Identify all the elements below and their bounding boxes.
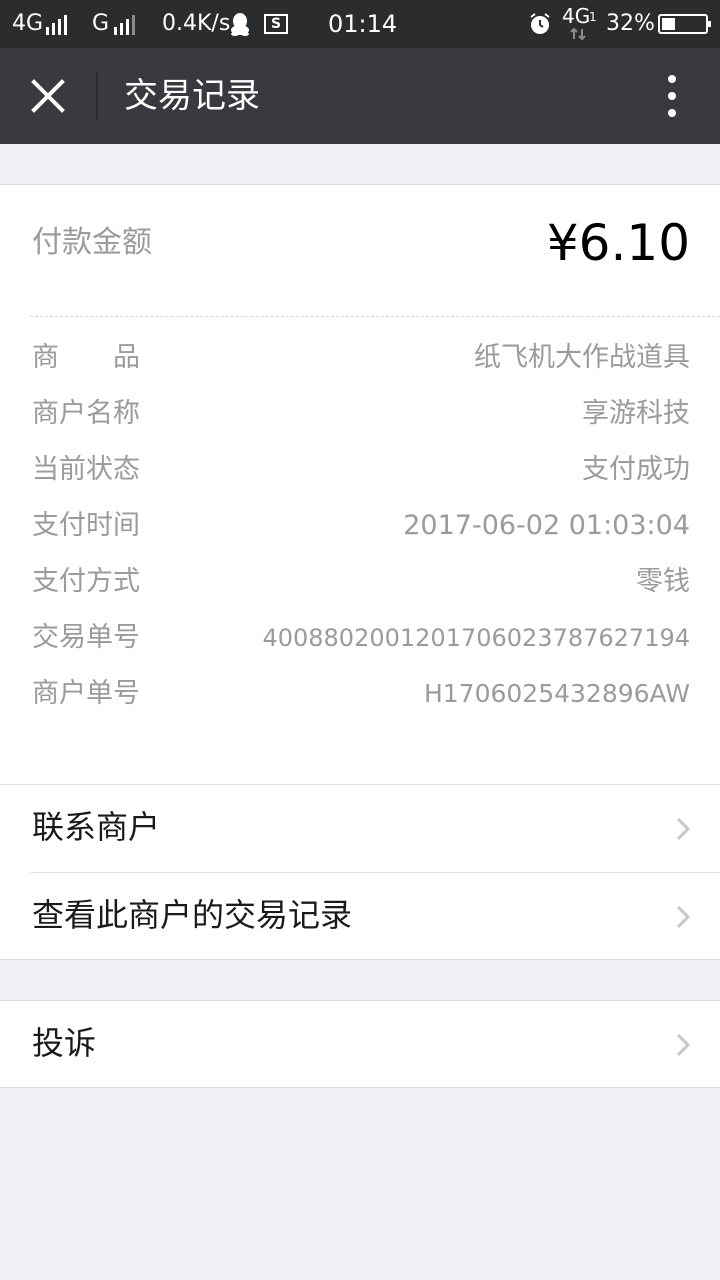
network-type-label-2: G [92, 11, 110, 36]
complain-card: 投诉 [0, 1000, 720, 1088]
close-icon[interactable] [20, 68, 76, 124]
detail-value: 支付成功 [582, 454, 690, 485]
detail-key: 支付时间 [32, 510, 140, 541]
clock: 01:14 [328, 10, 398, 38]
detail-row-transaction-no: 交易单号 4008802001201706023787627194 [32, 616, 690, 660]
detail-row-merchant: 商户名称 享游科技 [32, 392, 690, 436]
merchant-actions-card: 联系商户 查看此商户的交易记录 [0, 784, 720, 960]
merchant-history-item[interactable]: 查看此商户的交易记录 [0, 873, 720, 961]
complain-item[interactable]: 投诉 [0, 1001, 720, 1089]
detail-value: H1706025432896AW [423, 679, 690, 708]
data-arrows-icon [570, 28, 586, 40]
detail-key: 商户单号 [32, 678, 140, 709]
page-title: 交易记录 [124, 76, 260, 116]
chevron-right-icon [676, 817, 691, 841]
status-bar: 4G G 0.4K/s S 01:14 4G 1 32% [0, 0, 720, 48]
detail-value: 2017-06-02 01:03:04 [403, 510, 690, 541]
contact-merchant-item[interactable]: 联系商户 [0, 785, 720, 873]
chevron-right-icon [676, 1033, 691, 1057]
detail-key: 支付方式 [32, 566, 140, 597]
merchant-history-label: 查看此商户的交易记录 [32, 896, 353, 934]
nav-bar: 交易记录 [0, 48, 720, 144]
signal-icon [46, 13, 67, 35]
signal-icon-2 [114, 13, 135, 35]
detail-value: 纸飞机大作战道具 [474, 342, 690, 373]
detail-row-time: 支付时间 2017-06-02 01:03:04 [32, 504, 690, 548]
network-speed: 0.4K/s [162, 11, 231, 36]
sim-slot-label: 1 [589, 10, 597, 24]
detail-key: 交易单号 [32, 622, 140, 653]
network-label-3: 4G [562, 4, 591, 28]
detail-key: 商户名称 [32, 398, 140, 429]
detail-value: 4008802001201706023787627194 [262, 624, 690, 652]
battery-percent: 32% [606, 11, 655, 36]
battery-fill [662, 18, 676, 30]
amount-label: 付款金额 [32, 225, 152, 260]
detail-row-merchant-order-no: 商户单号 H1706025432896AW [32, 672, 690, 716]
dashed-divider [30, 316, 720, 317]
screenshot-icon: S [264, 14, 288, 34]
chevron-right-icon [676, 905, 691, 929]
detail-row-status: 当前状态 支付成功 [32, 448, 690, 492]
alarm-icon [530, 13, 550, 34]
detail-value: 零钱 [636, 566, 690, 597]
contact-merchant-label: 联系商户 [32, 808, 161, 846]
detail-key: 当前状态 [32, 454, 140, 485]
detail-key: 商 品 [32, 342, 140, 373]
network-icon: 4G 1 [562, 4, 598, 42]
payment-detail-card: 付款金额 ¥6.10 商 品 纸飞机大作战道具 商户名称 享游科技 当前状态 支… [0, 184, 720, 784]
detail-value: 享游科技 [582, 398, 690, 429]
more-vertical-icon[interactable] [650, 68, 694, 124]
qq-icon [231, 13, 249, 36]
nav-divider [96, 72, 98, 120]
amount-value: ¥6.10 [546, 214, 690, 272]
complain-label: 投诉 [32, 1024, 97, 1062]
detail-row-method: 支付方式 零钱 [32, 560, 690, 604]
detail-row-product: 商 品 纸飞机大作战道具 [32, 336, 690, 380]
network-type-label: 4G [12, 11, 44, 36]
battery-icon [658, 14, 711, 34]
